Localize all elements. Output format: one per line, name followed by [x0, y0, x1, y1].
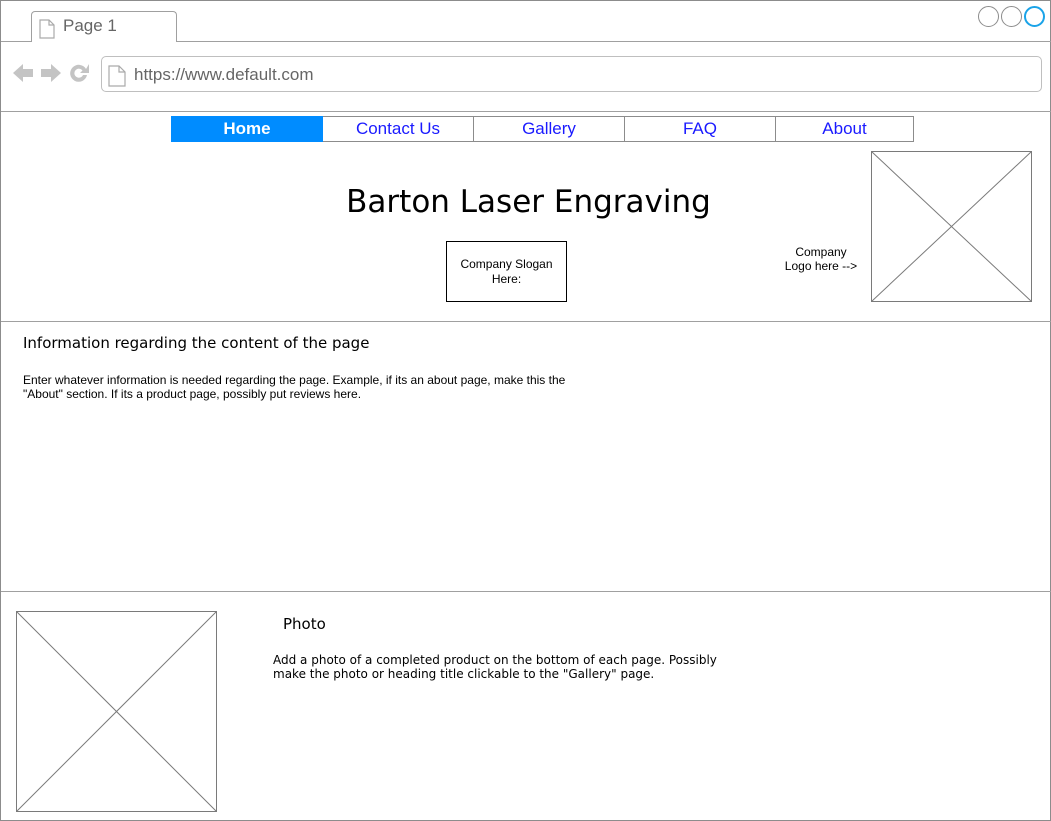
company-slogan: Company Slogan Here: — [446, 241, 567, 302]
nav-item-home[interactable]: Home — [171, 116, 323, 142]
photo-body: Add a photo of a completed product on th… — [273, 653, 717, 681]
tab-label: Page 1 — [63, 16, 117, 35]
url-text: https://www.default.com — [134, 65, 314, 84]
forward-arrow-icon[interactable] — [39, 61, 63, 90]
nav-item-about[interactable]: About — [776, 116, 914, 142]
slogan-text: Company Slogan Here: — [460, 256, 553, 286]
reload-icon[interactable] — [67, 61, 91, 90]
logo-note: Company Logo here --> — [784, 245, 858, 273]
page-icon — [108, 65, 126, 92]
info-heading: Information regarding the content of the… — [23, 334, 370, 352]
toolbar-divider — [1, 111, 1051, 112]
maximize-icon[interactable] — [1001, 6, 1022, 27]
product-photo-placeholder[interactable] — [16, 611, 217, 812]
section-divider — [1, 591, 1051, 592]
address-bar[interactable]: https://www.default.com — [101, 56, 1042, 92]
nav-item-faq[interactable]: FAQ — [625, 116, 776, 142]
nav-item-contact-us[interactable]: Contact Us — [323, 116, 474, 142]
logo-image-placeholder — [871, 151, 1032, 302]
browser-window: Page 1 https://www.default.com Home Cont… — [0, 0, 1051, 821]
nav-item-gallery[interactable]: Gallery — [474, 116, 625, 142]
page-icon — [39, 19, 55, 44]
back-arrow-icon[interactable] — [11, 61, 35, 90]
browser-tab[interactable]: Page 1 — [31, 11, 177, 42]
minimize-icon[interactable] — [978, 6, 999, 27]
photo-heading[interactable]: Photo — [283, 615, 326, 633]
window-controls — [978, 6, 1045, 27]
info-body: Enter whatever information is needed reg… — [23, 373, 566, 401]
browser-nav-buttons — [11, 61, 91, 90]
close-icon[interactable] — [1024, 6, 1045, 27]
main-nav: Home Contact Us Gallery FAQ About — [171, 116, 914, 142]
section-divider — [1, 321, 1051, 322]
